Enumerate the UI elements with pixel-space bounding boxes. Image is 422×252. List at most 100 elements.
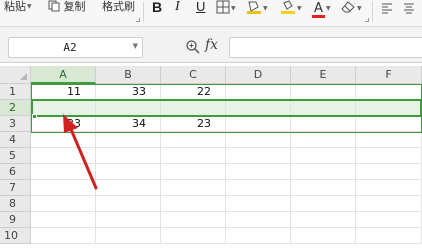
bold-button[interactable]: B: [152, 0, 162, 22]
cell-b10[interactable]: [96, 228, 161, 244]
column-header-d[interactable]: D: [226, 66, 291, 84]
cell-d1[interactable]: [226, 84, 291, 100]
cell-e4[interactable]: [291, 132, 356, 148]
cell-a5[interactable]: [31, 148, 96, 164]
cell-c9[interactable]: [161, 212, 226, 228]
paste-button[interactable]: 粘贴▼: [4, 0, 32, 22]
border-button[interactable]: ▼: [216, 0, 236, 22]
cell-a10[interactable]: [31, 228, 96, 244]
cell-f3[interactable]: [356, 116, 422, 132]
cell-c1[interactable]: 22: [161, 84, 226, 100]
cell-e6[interactable]: [291, 164, 356, 180]
format-painter-button[interactable]: 格式刷: [102, 0, 135, 22]
cell-f5[interactable]: [356, 148, 422, 164]
cell-d5[interactable]: [226, 148, 291, 164]
cell-a8[interactable]: [31, 196, 96, 212]
eraser-button[interactable]: ▼: [340, 0, 362, 22]
zoom-icon[interactable]: [185, 39, 201, 55]
cell-e1[interactable]: [291, 84, 356, 100]
chevron-down-icon[interactable]: ▼: [27, 3, 32, 10]
cell-e7[interactable]: [291, 180, 356, 196]
chevron-down-icon[interactable]: ▼: [263, 5, 268, 12]
chevron-down-icon[interactable]: ▼: [133, 42, 138, 50]
underline-button[interactable]: U: [196, 0, 205, 22]
font-color-button[interactable]: A ▼: [312, 0, 331, 22]
cell-c10[interactable]: [161, 228, 226, 244]
cell-b6[interactable]: [96, 164, 161, 180]
cell-a9[interactable]: [31, 212, 96, 228]
cell-c4[interactable]: [161, 132, 226, 148]
fx-icon[interactable]: fx: [205, 37, 218, 53]
row-header-7[interactable]: 7: [0, 180, 31, 196]
cell-a1[interactable]: 11: [31, 84, 96, 100]
cell-f9[interactable]: [356, 212, 422, 228]
chevron-down-icon[interactable]: ▼: [326, 5, 331, 12]
align-left-button[interactable]: [381, 0, 393, 22]
name-box[interactable]: A2 ▼: [8, 37, 143, 58]
column-header-a[interactable]: A: [31, 66, 96, 84]
cell-d7[interactable]: [226, 180, 291, 196]
cell-c3[interactable]: 23: [161, 116, 226, 132]
chevron-down-icon[interactable]: ▼: [297, 5, 302, 12]
copy-button[interactable]: 复制: [48, 0, 86, 22]
row-header-5[interactable]: 5: [0, 148, 31, 164]
cell-b7[interactable]: [96, 180, 161, 196]
cell-d8[interactable]: [226, 196, 291, 212]
cell-e5[interactable]: [291, 148, 356, 164]
row-header-4[interactable]: 4: [0, 132, 31, 148]
cell-c5[interactable]: [161, 148, 226, 164]
cell-f8[interactable]: [356, 196, 422, 212]
column-header-f[interactable]: F: [356, 66, 422, 84]
cell-e2[interactable]: [291, 100, 356, 116]
row-header-8[interactable]: 8: [0, 196, 31, 212]
column-header-c[interactable]: C: [161, 66, 226, 84]
cell-a3[interactable]: 23: [31, 116, 96, 132]
cell-b1[interactable]: 33: [96, 84, 161, 100]
group-launcher-icon[interactable]: [136, 18, 140, 22]
cell-b4[interactable]: [96, 132, 161, 148]
row-header-2[interactable]: 2: [0, 100, 31, 116]
cell-b5[interactable]: [96, 148, 161, 164]
cell-d2[interactable]: [226, 100, 291, 116]
fill-handle[interactable]: [32, 114, 37, 119]
cell-b3[interactable]: 34: [96, 116, 161, 132]
cell-d6[interactable]: [226, 164, 291, 180]
fill-color-button[interactable]: ▼: [246, 0, 268, 22]
highlight-button[interactable]: ▼: [280, 0, 302, 22]
cell-e3[interactable]: [291, 116, 356, 132]
cell-f1[interactable]: [356, 84, 422, 100]
cell-a4[interactable]: [31, 132, 96, 148]
column-header-e[interactable]: E: [291, 66, 356, 84]
cell-d4[interactable]: [226, 132, 291, 148]
cell-b9[interactable]: [96, 212, 161, 228]
cell-b2[interactable]: [96, 100, 161, 116]
cell-a6[interactable]: [31, 164, 96, 180]
cell-f7[interactable]: [356, 180, 422, 196]
cell-e8[interactable]: [291, 196, 356, 212]
cell-d3[interactable]: [226, 116, 291, 132]
row-header-1[interactable]: 1: [0, 84, 31, 100]
row-header-10[interactable]: 10: [0, 228, 31, 244]
column-header-b[interactable]: B: [96, 66, 161, 84]
italic-button[interactable]: I: [175, 0, 180, 22]
group-launcher-icon[interactable]: [365, 18, 369, 22]
align-center-button[interactable]: [403, 0, 415, 22]
cell-d9[interactable]: [226, 212, 291, 228]
cell-e10[interactable]: [291, 228, 356, 244]
cell-a2[interactable]: [31, 100, 96, 116]
cell-c7[interactable]: [161, 180, 226, 196]
chevron-down-icon[interactable]: ▼: [357, 5, 362, 12]
cell-c2[interactable]: [161, 100, 226, 116]
formula-input[interactable]: [229, 37, 422, 58]
select-all-corner[interactable]: [0, 66, 31, 84]
cell-f6[interactable]: [356, 164, 422, 180]
cell-b8[interactable]: [96, 196, 161, 212]
cell-c8[interactable]: [161, 196, 226, 212]
chevron-down-icon[interactable]: ▼: [231, 5, 236, 12]
cell-d10[interactable]: [226, 228, 291, 244]
cell-f4[interactable]: [356, 132, 422, 148]
row-header-9[interactable]: 9: [0, 212, 31, 228]
cell-f10[interactable]: [356, 228, 422, 244]
cell-a7[interactable]: [31, 180, 96, 196]
cell-c6[interactable]: [161, 164, 226, 180]
